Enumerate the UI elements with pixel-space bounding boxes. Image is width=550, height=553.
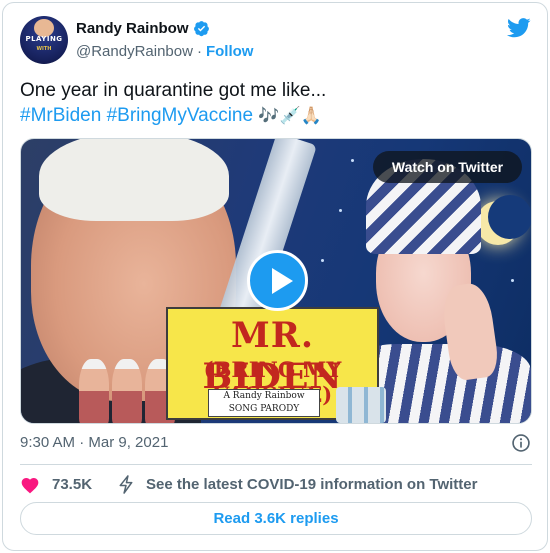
tweet-line-1: One year in quarantine got me like... xyxy=(20,80,327,101)
avatar-text: PLAYING xyxy=(25,35,63,43)
video-credit: A Randy Rainbow SONG PARODY xyxy=(208,389,320,417)
lightning-icon xyxy=(119,474,133,494)
watch-on-twitter-button[interactable]: Watch on Twitter xyxy=(373,151,522,183)
handle-row: @RandyRainbow · Follow xyxy=(76,43,253,60)
covid-info-link[interactable]: See the latest COVID-19 information on T… xyxy=(146,476,477,493)
tweet-text: One year in quarantine got me like... #M… xyxy=(20,78,540,129)
follow-button[interactable]: Follow xyxy=(206,43,254,60)
heart-icon[interactable] xyxy=(20,475,40,494)
star-decoration xyxy=(511,279,514,282)
video-credit-line-1: A Randy Rainbow xyxy=(223,391,305,401)
star-decoration xyxy=(321,259,324,262)
separator-dot: · xyxy=(196,43,202,60)
tweet-card: PLAYING WITH Randy Rainbow @RandyRainbow… xyxy=(2,2,548,551)
info-icon[interactable] xyxy=(511,433,531,453)
biden-hair-graphic xyxy=(39,139,229,221)
author-handle[interactable]: @RandyRainbow xyxy=(76,43,193,60)
twitter-bird-icon[interactable] xyxy=(507,18,531,38)
hashtag-bringmyvaccine[interactable]: #BringMyVaccine xyxy=(107,105,253,126)
like-count[interactable]: 73.5K xyxy=(52,476,92,493)
vaccine-vials-graphic xyxy=(336,387,386,423)
tweet-timestamp[interactable]: 9:30 AM · Mar 9, 2021 xyxy=(20,434,168,451)
read-replies-button[interactable]: Read 3.6K replies xyxy=(20,502,532,535)
tweet-line-2: #MrBiden #BringMyVaccine 🎶💉🙏🏻 xyxy=(20,103,540,129)
moon-graphic xyxy=(476,195,531,245)
nurse-figure xyxy=(112,359,142,423)
divider xyxy=(20,464,532,465)
nurses-graphic xyxy=(79,359,175,423)
verified-badge-icon xyxy=(193,21,209,37)
star-decoration xyxy=(339,209,342,212)
emoji-group: 🎶💉🙏🏻 xyxy=(258,106,322,126)
avatar-subtext: WITH xyxy=(36,46,52,52)
star-decoration xyxy=(351,159,354,162)
video-credit-line-2: SONG PARODY xyxy=(228,404,300,414)
hashtag-mrbiden[interactable]: #MrBiden xyxy=(20,105,101,126)
avatar[interactable]: PLAYING WITH xyxy=(20,16,68,64)
play-icon[interactable] xyxy=(247,250,308,311)
video-thumbnail[interactable]: MR. BIDEN (BRING MY VACCINE) A Randy Rai… xyxy=(20,138,532,424)
action-bar: 73.5K See the latest COVID-19 informatio… xyxy=(20,473,477,495)
author-name-row[interactable]: Randy Rainbow xyxy=(76,20,210,37)
display-name[interactable]: Randy Rainbow xyxy=(76,20,189,37)
nurse-figure xyxy=(79,359,109,423)
